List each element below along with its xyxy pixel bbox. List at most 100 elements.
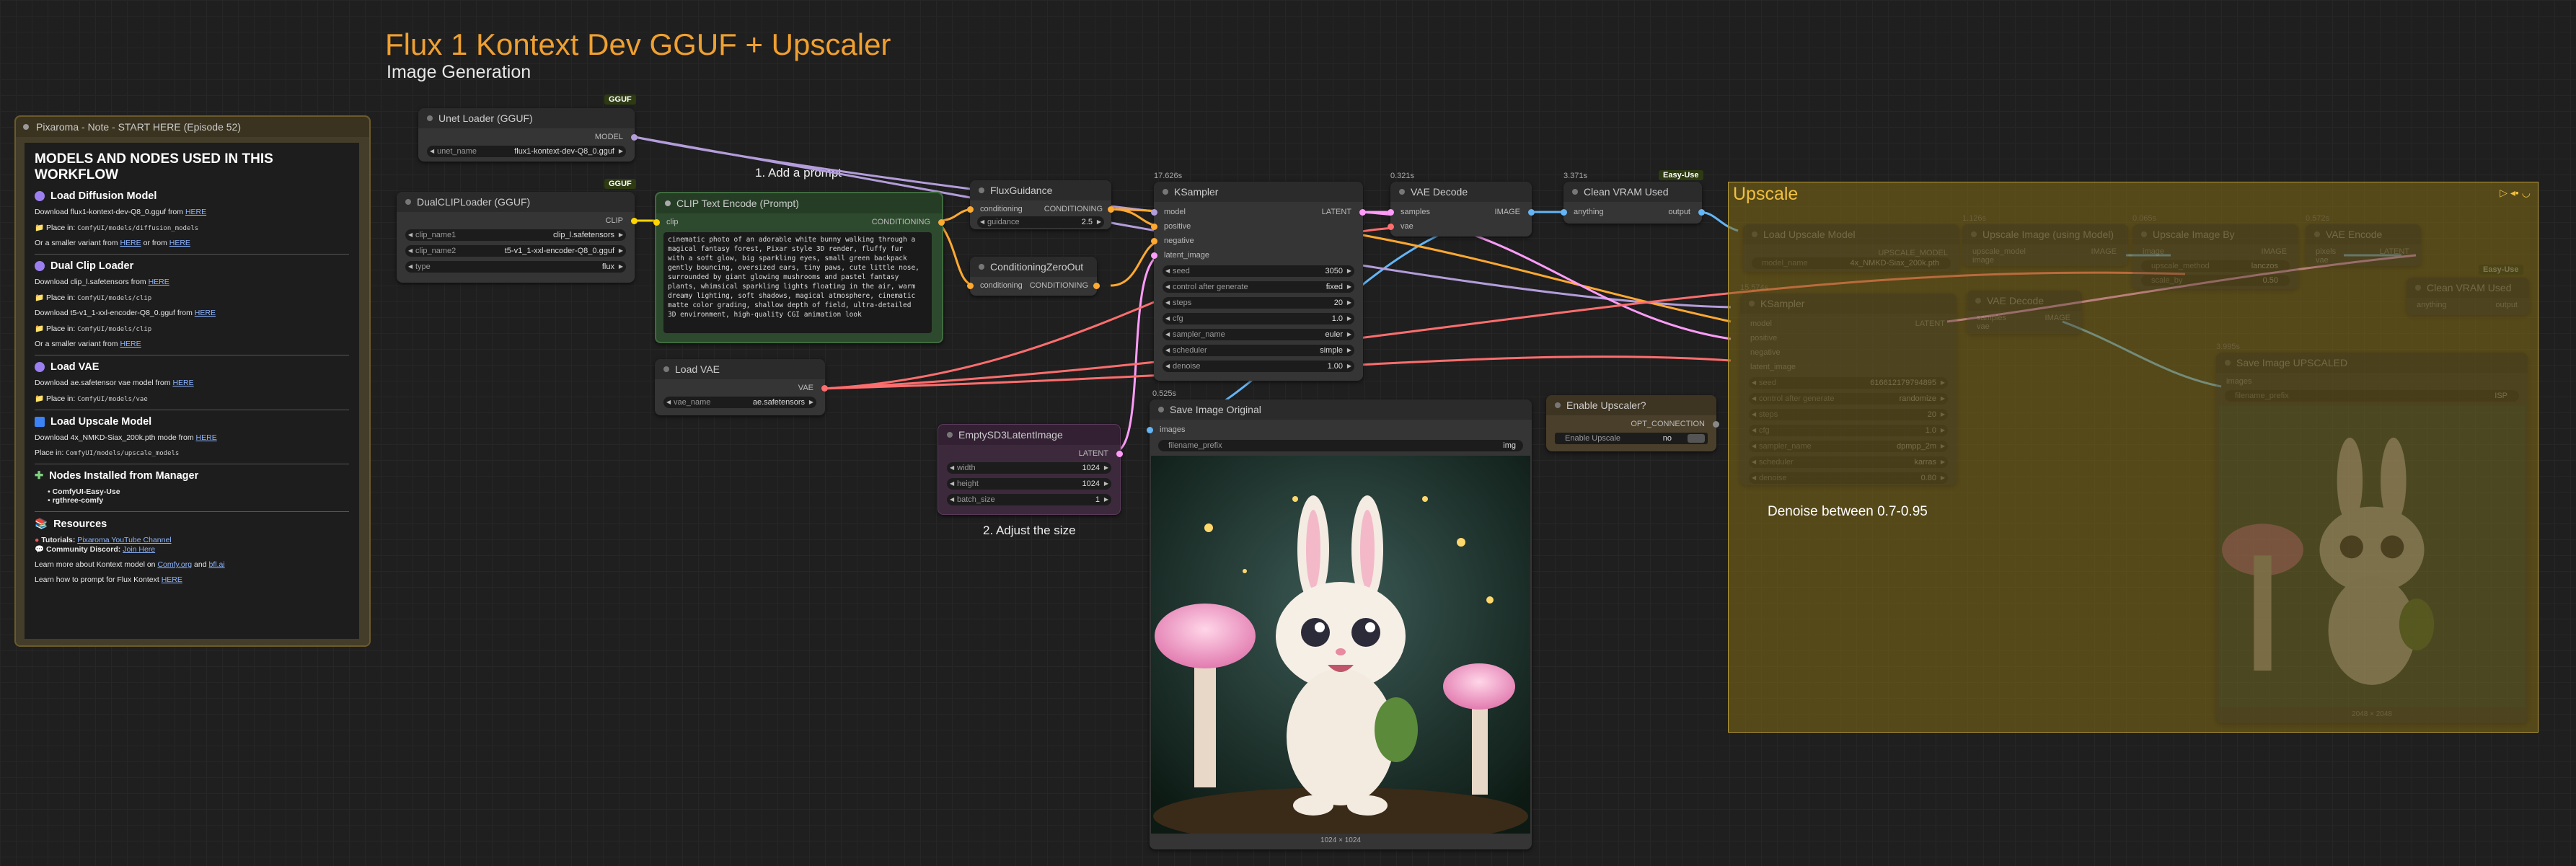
widget-cfg[interactable]: ◀ cfg 1.0 ▶ [1163, 313, 1354, 324]
widget-control-after-generate[interactable]: ◀ control after generate randomize ▶ [1749, 393, 1948, 405]
output-pin[interactable] [631, 134, 638, 141]
widget-width[interactable]: ◀ width 1024 ▶ [947, 462, 1111, 474]
arrow-left-icon[interactable]: ◀ [1752, 441, 1756, 452]
link-here[interactable]: HERE [195, 309, 216, 317]
arrow-right-icon[interactable]: ▶ [1347, 313, 1351, 324]
input-pin[interactable] [1151, 238, 1157, 244]
node-load-vae[interactable]: Load VAE VAE ◀ vae_name ae.safetensors ▶ [655, 359, 828, 415]
link-here[interactable]: HERE [169, 239, 190, 247]
link-bfl[interactable]: bfl.ai [208, 560, 224, 569]
arrow-right-icon[interactable]: ▶ [1347, 265, 1351, 277]
arrow-left-icon[interactable]: ◀ [1752, 425, 1756, 436]
widget-steps[interactable]: ◀ steps 20 ▶ [1163, 297, 1354, 309]
input-pin[interactable] [1151, 209, 1157, 216]
arrow-right-icon[interactable]: ▶ [1347, 361, 1351, 372]
arrow-right-icon[interactable]: ▶ [1941, 456, 1945, 468]
link-here[interactable]: HERE [120, 340, 141, 348]
toggle-enable-upscale[interactable]: Enable Upscale no [1555, 433, 1708, 444]
link-here[interactable]: HERE [120, 239, 141, 247]
link-here[interactable]: HERE [172, 379, 193, 387]
widget-denoise[interactable]: ◀ denoise 1.00 ▶ [1163, 361, 1354, 372]
arrow-left-icon[interactable]: ◀ [1165, 329, 1170, 340]
prompt-textarea[interactable]: cinematic photo of an adorable white bun… [663, 232, 932, 333]
node-vae-decode-upscale[interactable]: VAE Decode samples vae IMAGE [1967, 291, 2082, 334]
input-pin[interactable] [1388, 224, 1394, 230]
input-pin[interactable] [1151, 224, 1157, 230]
arrow-right-icon[interactable]: ▶ [1941, 425, 1945, 436]
upscaled-bunny-image[interactable] [2219, 406, 2525, 707]
node-vae-encode[interactable]: VAE Encode pixels vae LATENT [2306, 224, 2421, 266]
input-pin[interactable] [1151, 252, 1157, 259]
group-controls-icon[interactable]: ▷ ◂▪ ◡ [2500, 187, 2531, 199]
arrow-right-icon[interactable]: ▶ [1347, 329, 1351, 340]
arrow-left-icon[interactable]: ◀ [1752, 472, 1756, 484]
widget-filename-prefix[interactable]: filename_prefix img [1158, 440, 1523, 451]
widget-clip-name1[interactable]: ◀ clip_name1 clip_l.safetensors ▶ [405, 229, 626, 241]
node-ksampler[interactable]: KSampler LATENT model positive negative … [1151, 182, 1366, 381]
widget-steps[interactable]: ◀ steps 20 ▶ [1749, 409, 1948, 420]
arrow-left-icon[interactable]: ◀ [1752, 409, 1756, 420]
link-youtube[interactable]: Pixaroma YouTube Channel [77, 536, 171, 544]
widget-height[interactable]: ◀ height 1024 ▶ [947, 478, 1111, 490]
generated-bunny-image[interactable] [1151, 456, 1530, 834]
widget-filename-prefix[interactable]: filename_prefix ISP [2225, 390, 2519, 402]
node-dualclip-loader[interactable]: DualCLIPLoader (GGUF) CLIP ◀ clip_name1 cl… [397, 192, 638, 283]
output-pin[interactable] [938, 219, 945, 226]
output-pin[interactable] [821, 385, 828, 392]
arrow-left-icon[interactable]: ◀ [1165, 361, 1170, 372]
node-enable-upscaler[interactable]: Enable Upscaler? OPT_CONNECTION Enable U… [1546, 395, 1719, 451]
node-clean-vram-upscale[interactable]: Clean VRAM Used anything output [2407, 278, 2529, 315]
arrow-left-icon[interactable]: ◀ [1752, 393, 1756, 405]
arrow-left-icon[interactable]: ◀ [1752, 377, 1756, 389]
node-upscale-image-with-model[interactable]: Upscale Image (using Model) upscale_mode… [1962, 224, 2128, 266]
widget-model-name[interactable]: model_name 4x_NMKD-Siax_200k.pth [1752, 257, 1951, 269]
node-vae-decode[interactable]: VAE Decode samples vae IMAGE [1388, 182, 1535, 237]
widget-control-after-generate[interactable]: ◀ control after generate fixed ▶ [1163, 281, 1354, 293]
input-pin[interactable] [967, 206, 974, 213]
toggle-switch-icon[interactable] [1688, 434, 1705, 443]
widget-scheduler[interactable]: ◀ scheduler karras ▶ [1749, 456, 1948, 468]
output-pin[interactable] [631, 218, 638, 224]
widget-scheduler[interactable]: ◀ scheduler simple ▶ [1163, 345, 1354, 356]
widget-denoise[interactable]: ◀ denoise 0.80 ▶ [1749, 472, 1948, 484]
arrow-right-icon[interactable]: ▶ [1941, 393, 1945, 405]
link-here[interactable]: HERE [162, 575, 182, 584]
input-pin[interactable] [1147, 427, 1153, 433]
node-save-image-original[interactable]: Save Image Original images filename_pref… [1147, 399, 1532, 849]
widget-upscale-method[interactable]: upscale_method lanczos [2141, 260, 2290, 272]
arrow-right-icon[interactable]: ▶ [1941, 472, 1945, 484]
link-discord[interactable]: Join Here [123, 545, 155, 554]
node-ksampler-upscale[interactable]: KSampler model positive negative latent_… [1740, 293, 1957, 485]
arrow-right-icon[interactable]: ▶ [1941, 377, 1945, 389]
widget-clip-name2[interactable]: ◀ clip_name2 t5-v1_1-xxl-encoder-Q8_0.gguf… [405, 245, 626, 257]
note-start-here[interactable]: Pixaroma - Note - START HERE (Episode 52… [14, 115, 371, 647]
widget-cfg[interactable]: ◀ cfg 1.0 ▶ [1749, 425, 1948, 436]
arrow-left-icon[interactable]: ◀ [1752, 456, 1756, 468]
arrow-left-icon[interactable]: ◀ [1165, 345, 1170, 356]
widget-guidance[interactable]: ◀ guidance 2.5 ▶ [977, 216, 1104, 228]
arrow-right-icon[interactable]: ▶ [1347, 345, 1351, 356]
output-pin[interactable] [1713, 421, 1719, 428]
output-pin[interactable] [1698, 209, 1705, 216]
node-conditioning-zero-out[interactable]: ConditioningZeroOut conditioning CONDITI… [967, 257, 1100, 296]
widget-seed[interactable]: ◀ seed 616612179794895 ▶ [1749, 377, 1948, 389]
link-here[interactable]: HERE [196, 433, 217, 442]
node-flux-guidance[interactable]: FluxGuidance conditioning CONDITIONING ◀… [967, 180, 1114, 229]
node-unet-loader[interactable]: Unet Loader (GGUF) MODEL ◀ unet_name flux1… [418, 108, 638, 162]
node-load-upscale-model[interactable]: Load Upscale Model UPSCALE_MODEL model_n… [1743, 224, 1959, 272]
input-pin[interactable] [1561, 209, 1567, 216]
arrow-left-icon[interactable]: ◀ [1165, 297, 1170, 309]
output-pin[interactable] [1093, 283, 1100, 289]
link-here[interactable]: HERE [149, 278, 169, 286]
collapse-dot-icon[interactable] [23, 124, 29, 130]
widget-batch-size[interactable]: ◀ batch_size 1 ▶ [947, 494, 1111, 505]
widget-vae-name[interactable]: ◀ vae_name ae.safetensors ▶ [663, 397, 816, 408]
node-save-image-upscaled[interactable]: Save Image UPSCALED images filename_pref… [2216, 353, 2528, 723]
widget-seed[interactable]: ◀ seed 3050 ▶ [1163, 265, 1354, 277]
widget-scale-by[interactable]: scale_by 0.50 [2141, 275, 2290, 286]
output-pin[interactable] [1108, 206, 1114, 213]
node-empty-sd3-latent[interactable]: EmptySD3LatentImage LATENT ◀ width 1024 ▶ ◀… [938, 424, 1123, 515]
widget-sampler-name[interactable]: ◀ sampler_name dpmpp_2m ▶ [1749, 441, 1948, 452]
input-pin[interactable] [653, 219, 660, 226]
arrow-left-icon[interactable]: ◀ [1165, 281, 1170, 293]
